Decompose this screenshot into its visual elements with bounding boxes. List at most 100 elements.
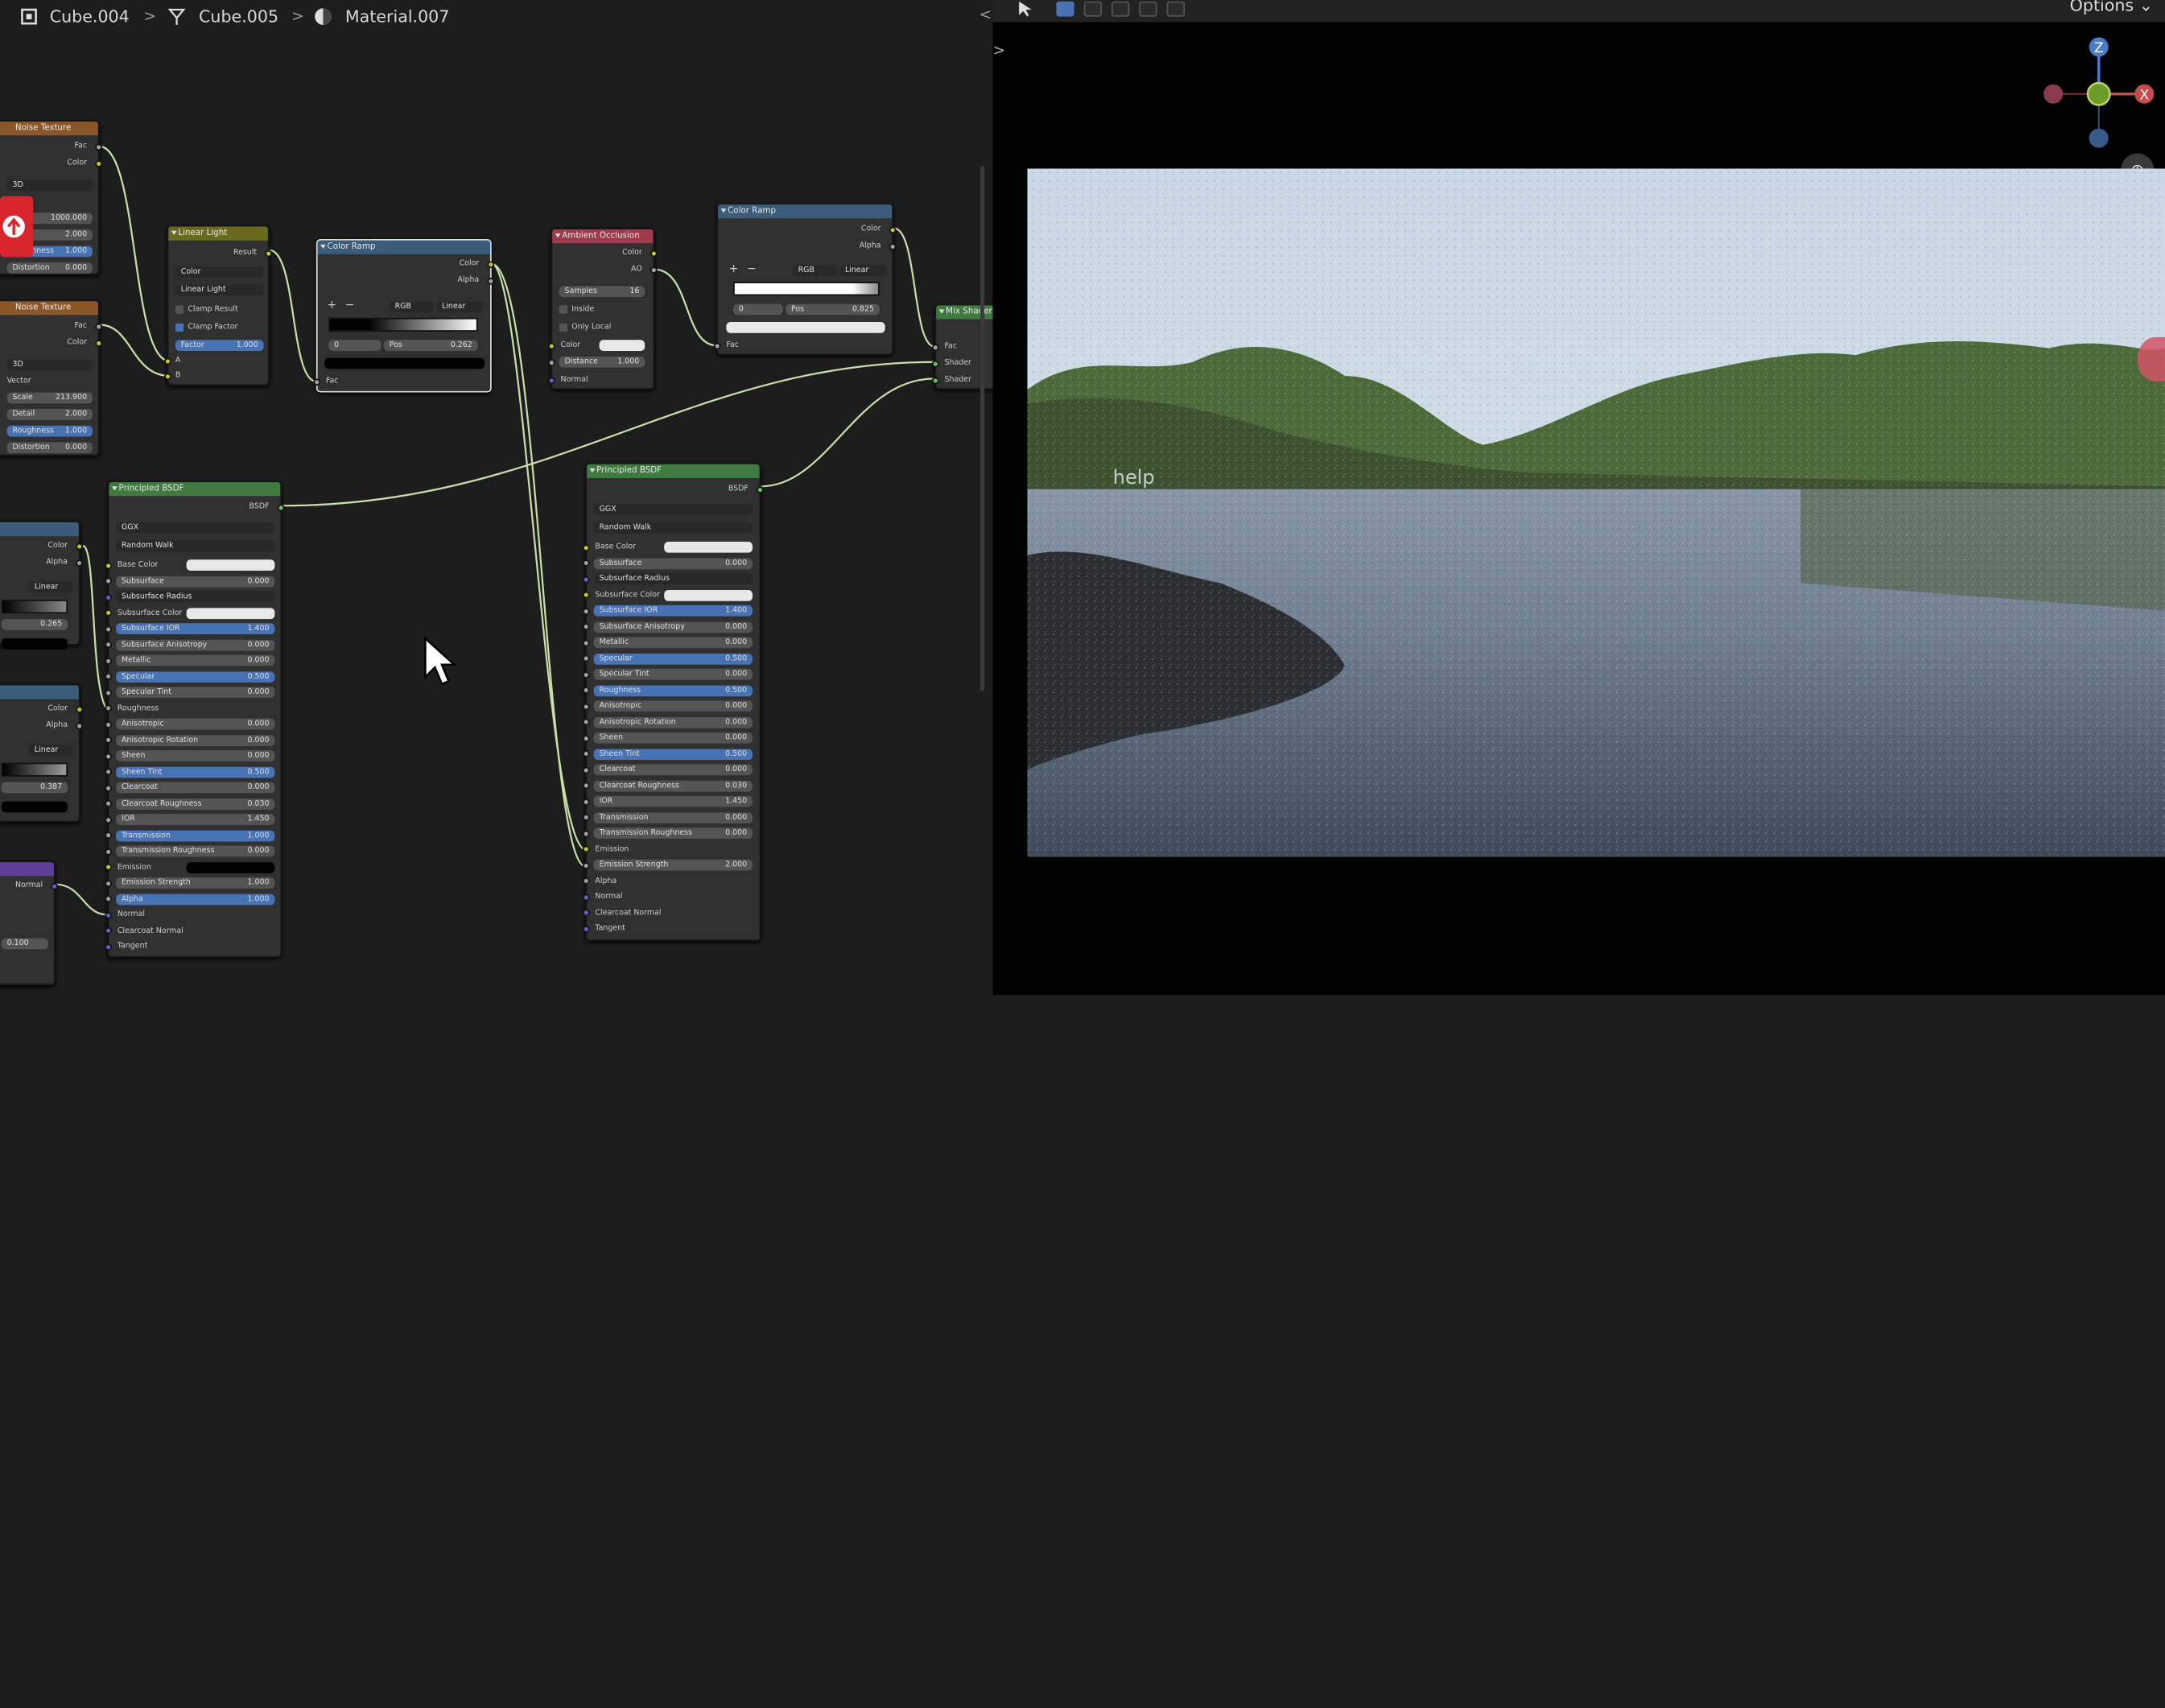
- socket[interactable]: [95, 143, 102, 151]
- value-field[interactable]: Anisotropic 0.000: [593, 700, 753, 712]
- partial-node[interactable]: Normal 0.100: [0, 860, 59, 986]
- noise-texture-node-2[interactable]: Noise Texture Fac Color 3D Vector Scale 2…: [0, 299, 102, 456]
- scale-field[interactable]: Scale 213.900: [6, 392, 93, 404]
- value-field[interactable]: Subsurface 0.000: [593, 557, 753, 569]
- socket[interactable]: [548, 377, 555, 385]
- socket[interactable]: [582, 782, 590, 790]
- socket[interactable]: [582, 559, 590, 567]
- red-overlay-badge[interactable]: [0, 196, 34, 258]
- socket[interactable]: [105, 736, 112, 744]
- value-field[interactable]: Emission Strength 2.000: [593, 859, 753, 871]
- socket[interactable]: [105, 577, 112, 585]
- socket[interactable]: [932, 361, 939, 368]
- socket[interactable]: [51, 882, 59, 890]
- socket[interactable]: [582, 654, 590, 662]
- socket[interactable]: [277, 504, 285, 512]
- socket[interactable]: [650, 266, 658, 274]
- select-box-subtract-icon[interactable]: [1111, 1, 1130, 17]
- socket[interactable]: [105, 943, 112, 951]
- value-field[interactable]: Subsurface 0.000: [116, 576, 275, 587]
- socket[interactable]: [76, 706, 83, 713]
- socket[interactable]: [582, 623, 590, 630]
- value-field[interactable]: Specular 0.500: [593, 653, 753, 664]
- navigation-gizmo[interactable]: Z X: [2035, 31, 2165, 158]
- socket[interactable]: [582, 798, 590, 805]
- socket[interactable]: [582, 718, 590, 726]
- node-header[interactable]: Color Ramp: [718, 204, 893, 219]
- socket[interactable]: [105, 831, 112, 840]
- remove-stop-button[interactable]: −: [747, 263, 756, 275]
- distribution-dropdown[interactable]: GGX: [593, 504, 753, 516]
- value-field[interactable]: Clearcoat 0.000: [593, 764, 753, 776]
- socket[interactable]: [105, 593, 112, 600]
- color-ramp-bar[interactable]: [1, 600, 68, 614]
- node-header[interactable]: Principled BSDF: [109, 482, 281, 497]
- principled-bsdf-node[interactable]: Principled BSDF BSDF GGX Random Walk Bas…: [105, 481, 285, 958]
- value-field[interactable]: Subsurface Anisotropy 0.000: [116, 638, 275, 650]
- socket[interactable]: [105, 561, 112, 569]
- socket[interactable]: [105, 879, 112, 887]
- socket[interactable]: [164, 357, 171, 365]
- value-field[interactable]: Emission Strength 1.000: [116, 877, 275, 889]
- blend-mode-dropdown[interactable]: Linear Light: [175, 284, 264, 296]
- interpolation-dropdown[interactable]: Linear: [29, 581, 73, 593]
- node-header[interactable]: Linear Light: [168, 226, 268, 241]
- subsurface-method-dropdown[interactable]: Random Walk: [116, 540, 275, 551]
- socket[interactable]: [76, 559, 83, 567]
- samples-field[interactable]: Samples 16: [559, 286, 645, 298]
- socket[interactable]: [650, 250, 658, 258]
- value-field[interactable]: Sheen 0.000: [593, 732, 753, 744]
- socket[interactable]: [105, 848, 112, 855]
- socket[interactable]: [757, 486, 764, 493]
- value-field[interactable]: Roughness 0.500: [593, 684, 753, 696]
- socket[interactable]: [105, 815, 112, 823]
- color-mode-dropdown[interactable]: RGB: [792, 265, 837, 277]
- socket[interactable]: [105, 657, 112, 664]
- options-dropdown[interactable]: Options ⌄: [2070, 0, 2161, 18]
- value-field[interactable]: Clearcoat Roughness 0.030: [116, 798, 275, 810]
- value-field[interactable]: Sheen 0.000: [116, 750, 275, 761]
- value-field[interactable]: Anisotropic 0.000: [116, 718, 275, 730]
- color-swatch[interactable]: [186, 607, 275, 619]
- value-field[interactable]: IOR 1.450: [593, 795, 753, 807]
- socket[interactable]: [105, 911, 112, 918]
- ambient-occlusion-node[interactable]: Ambient Occlusion Color AO Samples 16 Ins…: [548, 228, 658, 390]
- select-box-invert-icon[interactable]: [1139, 1, 1157, 17]
- socket[interactable]: [582, 638, 590, 646]
- socket[interactable]: [582, 909, 590, 917]
- node-header[interactable]: Noise Texture: [0, 122, 98, 136]
- select-box-extend-icon[interactable]: [1083, 1, 1103, 17]
- principled-bsdf-node-2[interactable]: Principled BSDF BSDF GGX Random Walk Bas…: [582, 463, 764, 942]
- socket[interactable]: [582, 814, 590, 821]
- value-field[interactable]: Transmission Roughness 0.000: [593, 827, 753, 840]
- socket[interactable]: [582, 845, 590, 853]
- value-field[interactable]: Subsurface Radius: [116, 591, 275, 603]
- value-field[interactable]: Clearcoat Roughness 0.030: [593, 780, 753, 791]
- color-ramp-node-partial-2[interactable]: Color Alpha Linear 0.387: [0, 683, 83, 823]
- subsurface-method-dropdown[interactable]: Random Walk: [593, 522, 753, 534]
- expand-toolbar-arrow-icon[interactable]: >: [993, 42, 1006, 60]
- socket[interactable]: [582, 893, 590, 901]
- stop-index-field[interactable]: 0: [328, 340, 381, 352]
- color-swatch[interactable]: [186, 559, 275, 571]
- distance-field[interactable]: Distance 1.000: [559, 356, 645, 368]
- interpolation-dropdown[interactable]: Linear: [29, 745, 73, 757]
- value-field[interactable]: Transmission 0.000: [593, 811, 753, 823]
- pos-field[interactable]: Pos 0.262: [383, 340, 478, 352]
- socket[interactable]: [582, 670, 590, 679]
- socket[interactable]: [487, 261, 495, 269]
- dimension-dropdown[interactable]: 3D: [6, 179, 93, 191]
- socket[interactable]: [932, 377, 939, 385]
- select-box-new-icon[interactable]: [1056, 1, 1074, 17]
- distortion-field[interactable]: Distortion 0.000: [6, 442, 93, 454]
- color-ramp-bar[interactable]: [328, 317, 478, 332]
- socket[interactable]: [582, 576, 590, 583]
- socket[interactable]: [582, 765, 590, 774]
- socket[interactable]: [582, 750, 590, 757]
- clamp-result-checkbox[interactable]: [175, 305, 184, 314]
- socket[interactable]: [548, 359, 555, 366]
- roughness-field[interactable]: Roughness 1.000: [6, 425, 93, 437]
- socket[interactable]: [105, 720, 112, 728]
- socket[interactable]: [105, 895, 112, 903]
- value-field[interactable]: Metallic 0.000: [593, 637, 753, 649]
